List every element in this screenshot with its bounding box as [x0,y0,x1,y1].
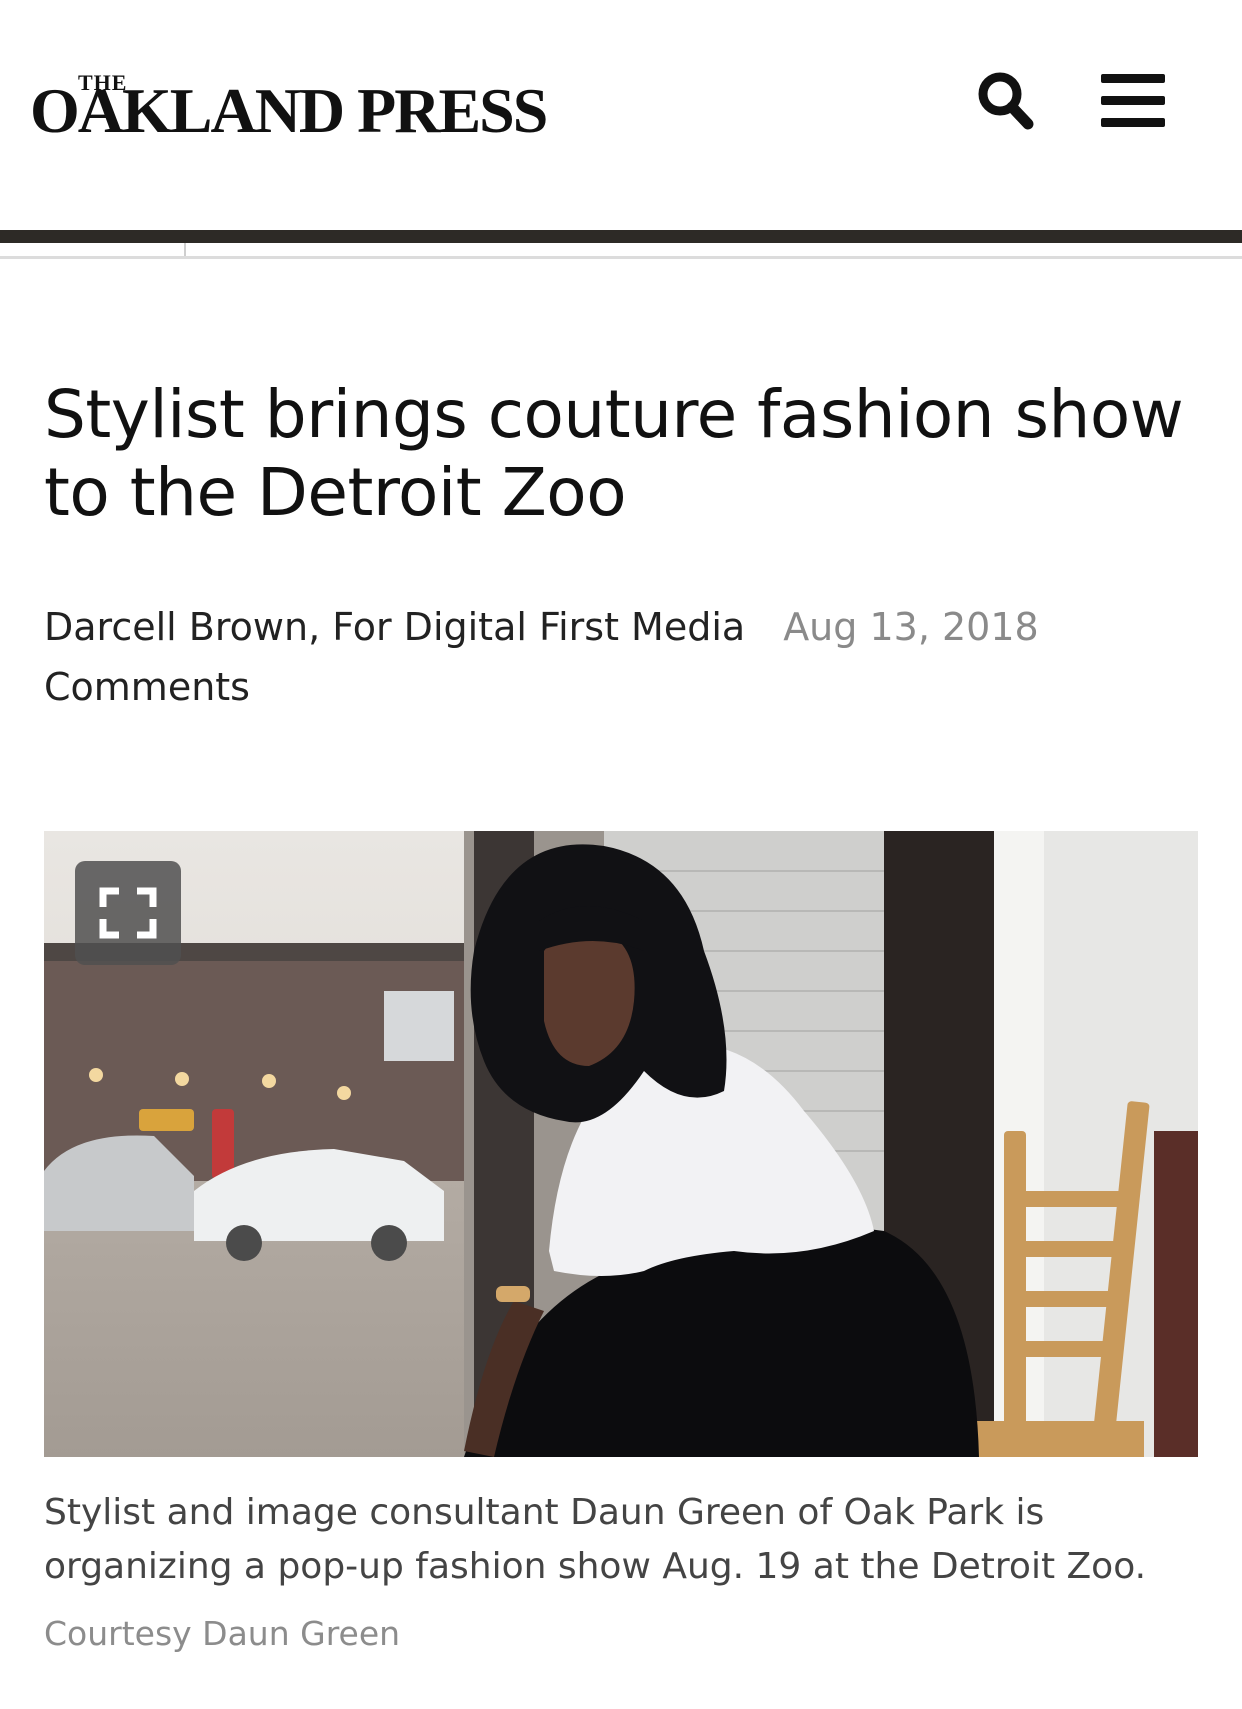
site-logo[interactable]: THE OAKLAND PRESS [30,70,548,146]
author-link[interactable]: Darcell Brown, For Digital First Media [44,605,745,649]
hamburger-bar [1101,118,1165,127]
photo-caption: Stylist and image consultant Daun Green … [44,1492,1147,1587]
article-date: Aug 13, 2018 [783,605,1039,649]
nav-divider-line [0,256,1242,259]
hamburger-bar [1101,74,1165,83]
article-byline: Darcell Brown, For Digital First Media Au… [44,600,1039,654]
search-button[interactable] [976,70,1036,134]
fullscreen-expand-icon [99,887,157,939]
comments-link[interactable]: Comments [44,660,250,714]
hamburger-menu-icon [1096,72,1170,132]
search-icon [978,72,1034,130]
header-divider [0,230,1242,243]
menu-button[interactable] [1096,72,1170,132]
fullscreen-button[interactable] [75,861,181,965]
hamburger-bar [1101,96,1165,105]
photo-credit: Courtesy Daun Green [44,1614,401,1653]
article-photo[interactable] [44,831,1198,1457]
article-headline: Stylist brings couture fashion show to t… [44,376,1184,531]
photo-image [44,831,1198,1457]
site-header: THE OAKLAND PRESS [0,0,1242,259]
logo-wordmark: OAKLAND PRESS [30,75,548,146]
